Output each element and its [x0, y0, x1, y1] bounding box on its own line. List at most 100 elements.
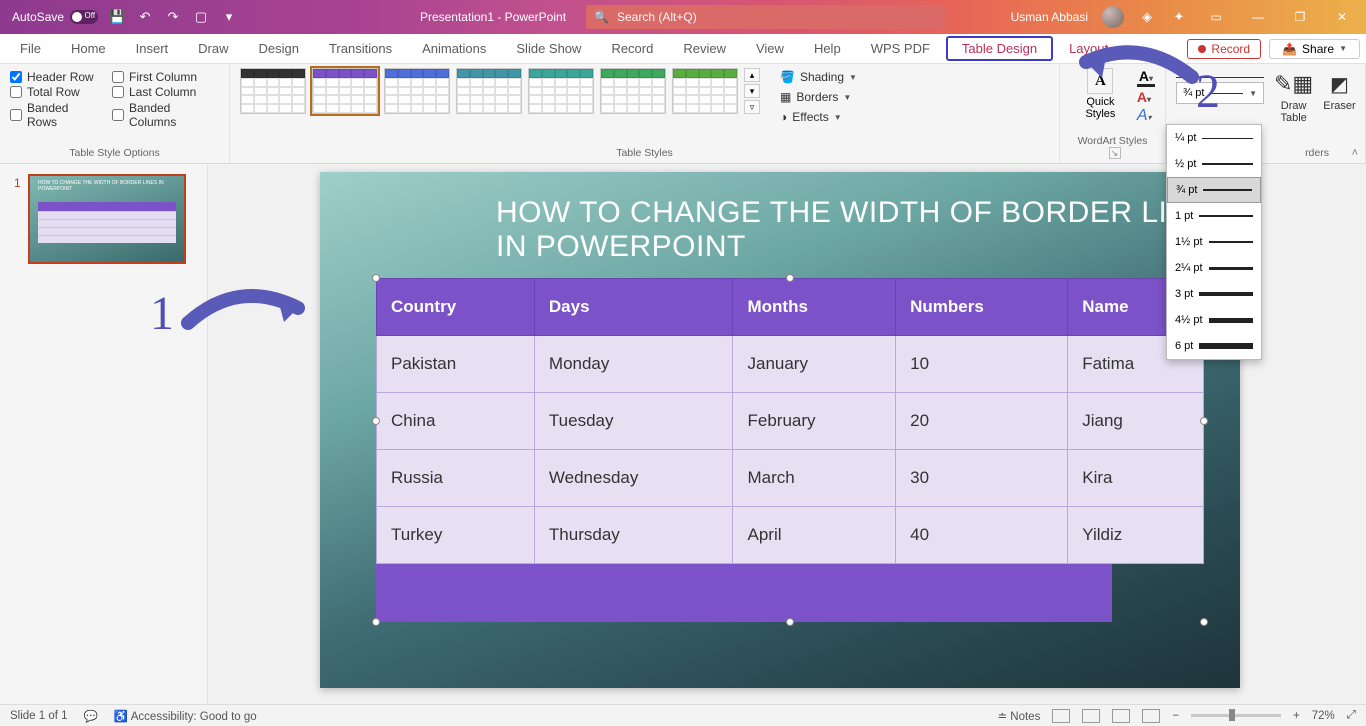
selection-handle[interactable]: [786, 274, 794, 282]
table-style-thumb-0[interactable]: [240, 68, 306, 114]
avatar[interactable]: [1102, 6, 1124, 28]
table-cell[interactable]: Thursday: [534, 507, 733, 564]
borders-dropdown[interactable]: ▦Borders▼: [776, 88, 861, 106]
undo-icon[interactable]: ↶: [136, 8, 154, 26]
tab-home[interactable]: Home: [57, 34, 120, 63]
pen-weight-option[interactable]: 4½ pt: [1167, 307, 1261, 333]
table-row[interactable]: RussiaWednesdayMarch30Kira: [377, 450, 1204, 507]
share-button[interactable]: 📤Share▼: [1269, 39, 1360, 59]
gallery-scroll-down[interactable]: ▾: [744, 84, 760, 98]
table-cell[interactable]: Turkey: [377, 507, 535, 564]
table-header-cell[interactable]: Months: [733, 279, 896, 336]
magic-icon[interactable]: ✦: [1170, 8, 1188, 26]
table-cell[interactable]: Russia: [377, 450, 535, 507]
table-cell[interactable]: Kira: [1068, 450, 1204, 507]
tab-view[interactable]: View: [742, 34, 798, 63]
zoom-slider[interactable]: [1191, 714, 1281, 717]
tab-transitions[interactable]: Transitions: [315, 34, 406, 63]
table-header-cell[interactable]: Country: [377, 279, 535, 336]
close-icon[interactable]: ✕: [1328, 3, 1356, 31]
table-cell[interactable]: February: [733, 393, 896, 450]
table-cell[interactable]: China: [377, 393, 535, 450]
table-cell[interactable]: Pakistan: [377, 336, 535, 393]
tab-file[interactable]: File: [6, 34, 55, 63]
table-style-thumb-5[interactable]: [600, 68, 666, 114]
wordart-dialog-launcher[interactable]: ↘: [1109, 147, 1121, 159]
check-header-row[interactable]: Header Row: [10, 70, 100, 84]
zoom-in-button[interactable]: +: [1293, 710, 1300, 722]
check-total-row[interactable]: Total Row: [10, 85, 100, 99]
draw-table-button[interactable]: ✎▦ Draw Table: [1274, 68, 1313, 124]
eraser-button[interactable]: ◩ Eraser: [1323, 68, 1355, 112]
slide-thumbnail-pane[interactable]: 1 HOW TO CHANGE THE WIDTH OF BORDER LINE…: [0, 164, 208, 704]
table-cell[interactable]: Yildiz: [1068, 507, 1204, 564]
table-row[interactable]: ChinaTuesdayFebruary20Jiang: [377, 393, 1204, 450]
minimize-icon[interactable]: —: [1244, 3, 1272, 31]
table-cell[interactable]: 10: [896, 336, 1068, 393]
pen-weight-option[interactable]: 6 pt: [1167, 333, 1261, 359]
redo-icon[interactable]: ↷: [164, 8, 182, 26]
table-style-thumb-2[interactable]: [384, 68, 450, 114]
table-cell[interactable]: Jiang: [1068, 393, 1204, 450]
table-row[interactable]: TurkeyThursdayApril40Yildiz: [377, 507, 1204, 564]
normal-view-icon[interactable]: [1052, 709, 1070, 723]
table-cell[interactable]: 20: [896, 393, 1068, 450]
tab-draw[interactable]: Draw: [184, 34, 242, 63]
check-last-column[interactable]: Last Column: [112, 85, 219, 99]
table-cell[interactable]: April: [733, 507, 896, 564]
pen-weight-option[interactable]: 1½ pt: [1167, 229, 1261, 255]
table-row[interactable]: PakistanMondayJanuary10Fatima: [377, 336, 1204, 393]
pen-weight-option[interactable]: 3 pt: [1167, 281, 1261, 307]
fit-to-window-icon[interactable]: ⤢: [1347, 709, 1356, 722]
table-cell[interactable]: March: [733, 450, 896, 507]
table-cell[interactable]: Wednesday: [534, 450, 733, 507]
table-cell[interactable]: January: [733, 336, 896, 393]
zoom-percent[interactable]: 72%: [1312, 710, 1335, 722]
diamond-icon[interactable]: ◈: [1138, 8, 1156, 26]
pen-weight-option[interactable]: ¼ pt: [1167, 125, 1261, 151]
selection-handle[interactable]: [372, 417, 380, 425]
tab-review[interactable]: Review: [669, 34, 740, 63]
table-style-thumb-3[interactable]: [456, 68, 522, 114]
tab-record[interactable]: Record: [597, 34, 667, 63]
pen-weight-option[interactable]: 2¼ pt: [1167, 255, 1261, 281]
tab-design[interactable]: Design: [245, 34, 313, 63]
slide-sorter-view-icon[interactable]: [1082, 709, 1100, 723]
zoom-out-button[interactable]: −: [1172, 710, 1179, 722]
table-style-thumb-4[interactable]: [528, 68, 594, 114]
text-effects-dropdown[interactable]: A▾: [1137, 107, 1155, 125]
table-cell[interactable]: 40: [896, 507, 1068, 564]
tab-wps-pdf[interactable]: WPS PDF: [857, 34, 944, 63]
pen-weight-option[interactable]: ½ pt: [1167, 151, 1261, 177]
selection-handle[interactable]: [372, 618, 380, 626]
search-input[interactable]: 🔍 Search (Alt+Q): [586, 5, 946, 29]
language-icon[interactable]: 💬: [84, 709, 98, 723]
collapse-ribbon-icon[interactable]: ˄: [1352, 147, 1358, 159]
gallery-more[interactable]: ▿: [744, 100, 760, 114]
selection-handle[interactable]: [1200, 618, 1208, 626]
selected-table[interactable]: CountryDaysMonthsNumbersNamePakistanMond…: [376, 278, 1204, 564]
pen-weight-option[interactable]: 1 pt: [1167, 203, 1261, 229]
restore-icon[interactable]: ❐: [1286, 3, 1314, 31]
gallery-scroll-up[interactable]: ▴: [744, 68, 760, 82]
autosave-toggle[interactable]: AutoSave Off: [12, 10, 98, 24]
table-style-thumb-1[interactable]: [312, 68, 378, 114]
tab-help[interactable]: Help: [800, 34, 855, 63]
pen-weight-option[interactable]: ¾ pt: [1167, 177, 1261, 203]
notes-button[interactable]: ≐ Notes: [997, 709, 1040, 723]
tab-table-design[interactable]: Table Design: [946, 36, 1053, 61]
save-icon[interactable]: 💾: [108, 8, 126, 26]
check-banded-rows[interactable]: Banded Rows: [10, 101, 100, 129]
table-header-cell[interactable]: Numbers: [896, 279, 1068, 336]
tab-slideshow[interactable]: Slide Show: [502, 34, 595, 63]
from-beginning-icon[interactable]: ▢: [192, 8, 210, 26]
table-cell[interactable]: 30: [896, 450, 1068, 507]
accessibility-status[interactable]: ♿ Accessibility: Good to go: [114, 709, 257, 723]
slide-thumbnail-1[interactable]: 1 HOW TO CHANGE THE WIDTH OF BORDER LINE…: [28, 174, 186, 264]
ribbon-display-icon[interactable]: ▭: [1202, 3, 1230, 31]
selection-handle[interactable]: [786, 618, 794, 626]
qat-customize-icon[interactable]: ▾: [220, 8, 238, 26]
tab-animations[interactable]: Animations: [408, 34, 500, 63]
table-cell[interactable]: Tuesday: [534, 393, 733, 450]
table-cell[interactable]: Monday: [534, 336, 733, 393]
